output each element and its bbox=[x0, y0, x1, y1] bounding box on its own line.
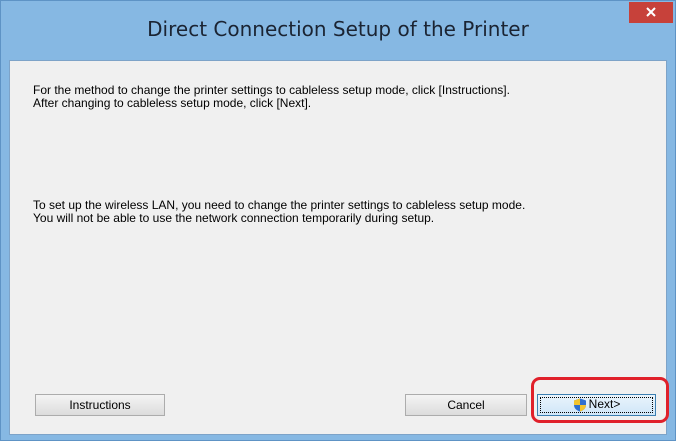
instructions-button[interactable]: Instructions bbox=[35, 394, 165, 416]
connection-warning: You will not be able to use the network … bbox=[33, 211, 435, 225]
close-button[interactable] bbox=[629, 2, 673, 23]
close-icon bbox=[646, 7, 656, 17]
next-button-highlight bbox=[531, 377, 669, 423]
cableless-instructions-text: For the method to change the printer set… bbox=[33, 84, 643, 110]
window-title: Direct Connection Setup of the Printer bbox=[147, 17, 529, 41]
next-hint: After changing to cableless setup mode, … bbox=[33, 96, 312, 110]
title-bar[interactable]: Direct Connection Setup of the Printer bbox=[1, 1, 675, 59]
setup-window: Direct Connection Setup of the Printer F… bbox=[0, 0, 676, 441]
wireless-setup-text: To set up the wireless LAN, you need to … bbox=[33, 199, 643, 225]
cancel-button[interactable]: Cancel bbox=[405, 394, 527, 416]
